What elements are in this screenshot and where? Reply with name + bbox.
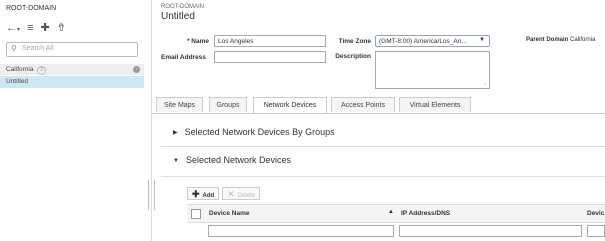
tab-access-points[interactable]: Access Points	[331, 97, 395, 112]
main-panel: ROOT-DOMAIN Untitled * Name Los Angeles …	[153, 0, 605, 241]
search-icon: ⚲	[11, 44, 17, 53]
list-icon[interactable]: ≡	[27, 22, 33, 34]
tab-bar: Site Maps Groups Network Devices Access …	[153, 97, 605, 114]
device-type-filter[interactable]	[587, 225, 605, 237]
parent-domain: Parent Domain California	[526, 37, 595, 43]
expand-icon[interactable]: ›	[133, 66, 140, 73]
resize-grip-icon[interactable]: ∟	[483, 81, 488, 87]
parent-domain-label: Parent Domain	[526, 37, 569, 43]
email-label: Email Address	[161, 54, 206, 61]
device-toolbar: ✚ Add ✕ Delete	[187, 187, 261, 200]
add-label: Add	[202, 193, 215, 199]
add-icon[interactable]: ✚	[40, 21, 49, 34]
left-panel-title: ROOT-DOMAIN	[6, 5, 57, 12]
page-title: Untitled	[161, 11, 195, 22]
description-field[interactable]: ∟	[375, 51, 490, 89]
delete-label: Delete	[237, 193, 256, 199]
filter-row	[187, 221, 605, 241]
device-name-filter[interactable]	[208, 225, 394, 237]
export-icon[interactable]: ⇮	[57, 21, 66, 34]
left-panel: ROOT-DOMAIN ←▾ ≡ ✚ ⇮ ⚲ Search All Califo…	[0, 0, 148, 241]
section-selected-devices[interactable]: ▼ Selected Network Devices	[173, 155, 291, 165]
divider	[161, 176, 605, 177]
divider	[161, 146, 605, 147]
tab-groups[interactable]: Groups	[209, 97, 247, 112]
select-all-checkbox[interactable]	[191, 209, 201, 219]
column-ip-address[interactable]: IP Address/DNS	[401, 210, 450, 217]
delete-x-icon: ✕	[227, 189, 235, 199]
column-device-name[interactable]: Device Name	[209, 210, 249, 217]
tab-virtual-elements[interactable]: Virtual Elements	[399, 97, 471, 112]
chevron-right-icon: ▶	[173, 130, 178, 136]
left-toolbar: ←▾ ≡ ✚ ⇮	[6, 21, 66, 35]
delete-button[interactable]: ✕ Delete	[222, 187, 261, 200]
add-button[interactable]: ✚ Add	[187, 187, 220, 200]
timezone-value: (GMT-8:00) America/Los_An...	[379, 38, 467, 45]
tree-item-label: Untitled	[6, 78, 29, 85]
sort-asc-icon[interactable]: ▲	[388, 209, 394, 215]
back-arrow-icon[interactable]: ←▾	[6, 22, 20, 34]
tab-site-maps[interactable]: Site Maps	[156, 97, 203, 112]
breadcrumb[interactable]: ROOT-DOMAIN	[161, 4, 204, 10]
tree-item-california[interactable]: California 2 ›	[0, 64, 144, 75]
section-devices-by-groups[interactable]: ▶ Selected Network Devices By Groups	[173, 127, 335, 137]
section-title: Selected Network Devices	[185, 155, 291, 165]
search-input[interactable]: ⚲ Search All	[6, 42, 138, 57]
description-label: Description	[335, 53, 371, 60]
section-title: Selected Network Devices By Groups	[184, 127, 335, 137]
ip-address-filter[interactable]	[399, 225, 582, 237]
email-field[interactable]	[214, 51, 326, 63]
timezone-select[interactable]: (GMT-8:00) America/Los_An... ▼	[375, 35, 490, 47]
name-field[interactable]: Los Angeles	[214, 35, 326, 47]
chevron-down-icon: ▼	[173, 158, 179, 164]
search-placeholder: Search All	[22, 45, 54, 52]
tree-item-label: California	[6, 66, 34, 73]
parent-domain-value: California	[570, 37, 596, 43]
chevron-down-icon: ▼	[479, 37, 485, 43]
column-device-type[interactable]: Devic	[587, 210, 604, 217]
timezone-label: Time Zone	[338, 38, 371, 45]
plus-icon: ✚	[192, 189, 200, 199]
tree-item-untitled[interactable]: Untitled	[0, 76, 144, 88]
name-label: * Name	[186, 38, 209, 45]
count-badge: 2	[37, 66, 47, 75]
tab-network-devices[interactable]: Network Devices	[253, 97, 327, 113]
